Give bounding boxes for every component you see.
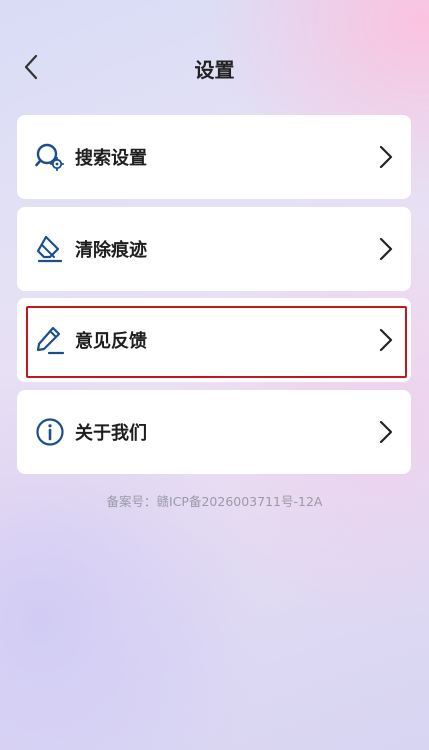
header: 设置 xyxy=(0,40,429,100)
search-settings-icon xyxy=(35,143,65,172)
menu-item-label: 清除痕迹 xyxy=(75,240,147,261)
chevron-right-icon xyxy=(379,145,393,169)
menu-item-label: 搜索设置 xyxy=(75,148,147,169)
info-icon xyxy=(36,418,64,446)
menu-item-feedback[interactable]: 意见反馈 xyxy=(17,298,411,382)
chevron-right-icon xyxy=(379,420,393,444)
menu-item-clear-history[interactable]: 清除痕迹 xyxy=(17,207,411,291)
menu-item-search-settings[interactable]: 搜索设置 xyxy=(17,115,411,199)
chevron-right-icon xyxy=(379,237,393,261)
menu-item-label: 关于我们 xyxy=(75,423,147,444)
menu-item-label: 意见反馈 xyxy=(75,331,147,352)
eraser-icon xyxy=(36,235,63,263)
menu-item-about-us[interactable]: 关于我们 xyxy=(17,390,411,474)
page-title: 设置 xyxy=(194,58,235,82)
chevron-right-icon xyxy=(379,328,393,352)
icp-record-text: 备案号：赣ICP备2026003711号-12A xyxy=(106,494,323,509)
pencil-icon xyxy=(36,326,65,355)
